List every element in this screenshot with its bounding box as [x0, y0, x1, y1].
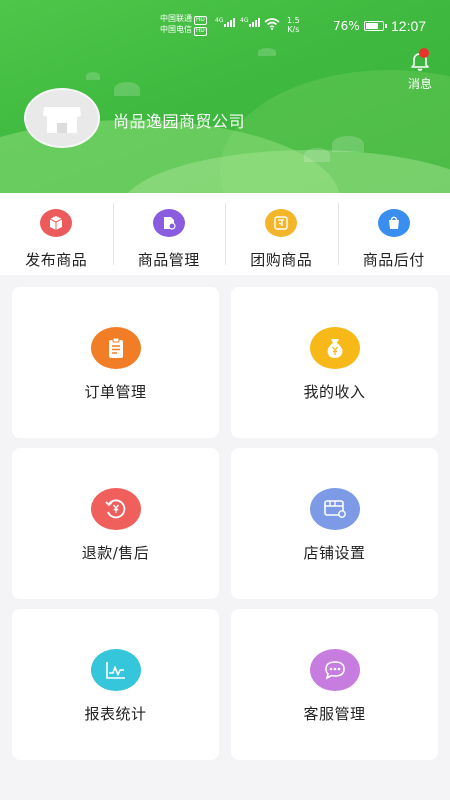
menu-card-refund[interactable]: 退款/售后 — [12, 448, 219, 599]
store-avatar[interactable] — [24, 88, 100, 148]
speed-unit: K/s — [287, 25, 300, 34]
message-label: 消息 — [407, 77, 432, 91]
quick-action-label: 商品后付 — [362, 251, 425, 269]
quick-action-postpay[interactable]: 商品后付 — [337, 193, 450, 275]
leaf-decoration — [86, 72, 100, 80]
clipboard-icon — [90, 327, 141, 369]
message-button[interactable]: 消息 — [398, 48, 442, 92]
hd-badge: HD — [194, 16, 207, 25]
signal-icon — [224, 18, 235, 27]
speed-value: 1.5 — [287, 16, 300, 25]
menu-card-label: 报表统计 — [84, 705, 147, 723]
menu-card-label: 客服管理 — [303, 705, 366, 723]
clock: 12:07 — [391, 18, 427, 34]
menu-card-label: 我的收入 — [303, 383, 366, 401]
refund-icon — [90, 488, 141, 530]
network-type-2: 4G — [240, 17, 249, 24]
wifi-icon — [264, 18, 280, 30]
signal-icon — [249, 18, 260, 27]
carrier-1: 中国联通 — [160, 14, 192, 23]
notification-dot — [419, 48, 429, 58]
quick-action-label: 团购商品 — [250, 251, 313, 269]
money-bag-icon — [309, 327, 360, 369]
bag-icon — [377, 209, 410, 237]
group-buy-icon — [265, 209, 298, 237]
quick-action-label: 商品管理 — [137, 251, 200, 269]
quick-action-label: 发布商品 — [25, 251, 88, 269]
bell-icon — [409, 48, 431, 72]
menu-card-income[interactable]: 我的收入 — [231, 287, 438, 438]
hd-badge: HD — [194, 27, 207, 36]
header-banner: 中国联通HD 中国电信HD 4G 4G 1.5 K/s 76% 12:07 — [0, 0, 450, 193]
menu-card-label: 退款/售后 — [81, 544, 150, 562]
box-icon — [40, 209, 73, 237]
menu-card-label: 店铺设置 — [303, 544, 366, 562]
carrier-2: 中国电信 — [160, 25, 192, 34]
leaf-decoration — [258, 48, 276, 56]
status-bar: 中国联通 HD 中国电信 HD 4G 4G 1.5 K/s 76% 12:07 — [0, 0, 450, 44]
company-name: 尚品逸园商贸公司 — [113, 112, 246, 131]
quick-action-publish[interactable]: 发布商品 — [0, 193, 113, 275]
leaf-decoration — [332, 136, 364, 152]
leaf-decoration — [304, 148, 330, 162]
chart-icon — [90, 649, 141, 691]
battery-icon — [364, 21, 387, 31]
network-type-1: 4G — [215, 17, 224, 24]
menu-card-customer-service[interactable]: 客服管理 — [231, 609, 438, 760]
leaf-decoration — [114, 82, 140, 96]
battery-percent: 76% — [333, 19, 360, 33]
menu-card-reports[interactable]: 报表统计 — [12, 609, 219, 760]
menu-card-label: 订单管理 — [84, 383, 147, 401]
network-speed: 1.5 K/s — [287, 16, 300, 34]
quick-actions-bar: 发布商品 商品管理 团购商品 商品后付 — [0, 193, 450, 275]
menu-card-store-settings[interactable]: 店铺设置 — [231, 448, 438, 599]
store-icon — [43, 107, 81, 133]
quick-action-manage[interactable]: 商品管理 — [112, 193, 226, 275]
chat-icon — [309, 649, 360, 691]
product-settings-icon — [152, 209, 185, 237]
quick-action-group-buy[interactable]: 团购商品 — [225, 193, 338, 275]
carrier-info: 中国联通 HD 中国电信 HD — [160, 14, 207, 36]
menu-card-orders[interactable]: 订单管理 — [12, 287, 219, 438]
store-settings-icon — [309, 488, 360, 530]
